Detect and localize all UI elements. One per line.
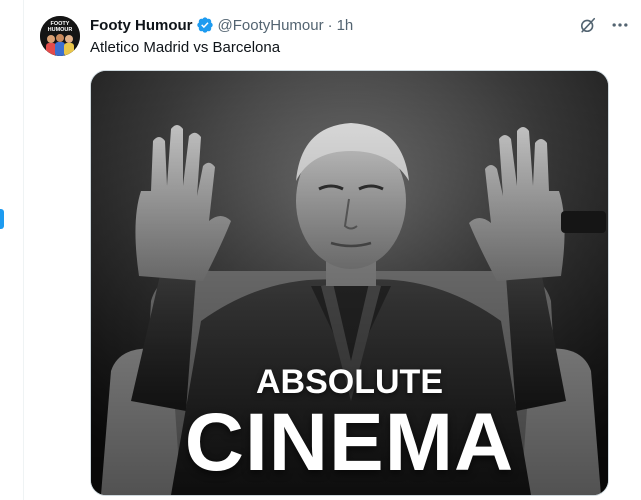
separator-dot: · xyxy=(327,16,333,34)
tweet-header: Footy Humour @FootyHumour · 1h xyxy=(90,14,633,36)
tweet-actions xyxy=(575,12,633,38)
tweet-card[interactable]: FOOTY HUMOUR Footy Humour @FootyHumour ·… xyxy=(24,0,641,500)
author-handle[interactable]: @FootyHumour xyxy=(218,17,324,34)
tweet-text: Atletico Madrid vs Barcelona xyxy=(90,39,281,56)
left-nav-column xyxy=(0,0,24,500)
meme-caption-line2: CINEMA xyxy=(184,397,515,488)
grok-icon[interactable] xyxy=(575,12,601,38)
active-indicator xyxy=(0,209,4,229)
timestamp[interactable]: 1h xyxy=(337,17,354,34)
author-name[interactable]: Footy Humour xyxy=(90,17,193,34)
verified-badge-icon xyxy=(196,16,214,34)
avatar[interactable]: FOOTY HUMOUR xyxy=(40,16,80,56)
avatar-image: FOOTY HUMOUR xyxy=(40,16,80,56)
avatar-label-line2: HUMOUR xyxy=(48,27,73,33)
tweet-media-image[interactable]: ABSOLUTE CINEMA xyxy=(90,70,609,496)
more-options-icon[interactable] xyxy=(607,12,633,38)
